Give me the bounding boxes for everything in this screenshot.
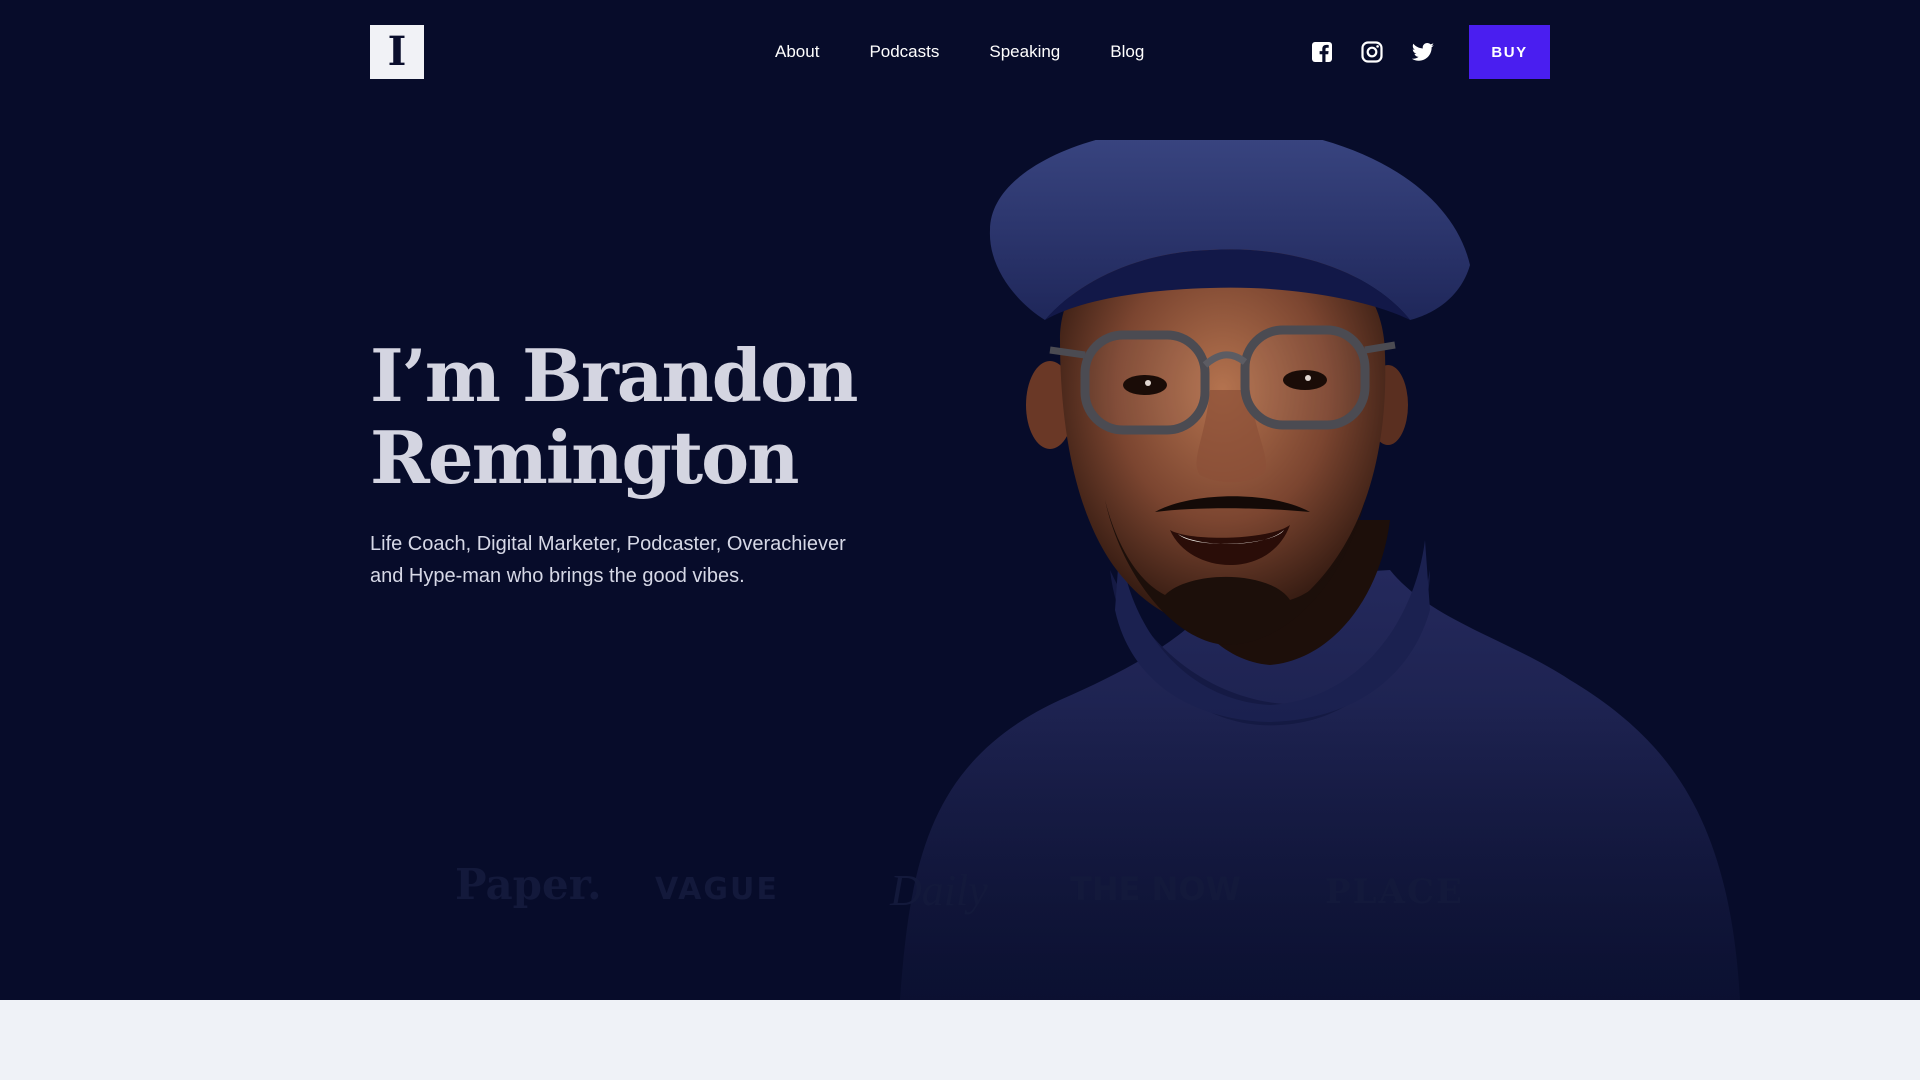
hero-section: I About Podcasts Speaking Blog BUY I’m B… <box>0 0 1920 1000</box>
site-logo[interactable]: I <box>370 25 424 79</box>
main-nav: About Podcasts Speaking Blog <box>775 40 1144 64</box>
facebook-icon[interactable] <box>1310 40 1334 64</box>
next-section <box>0 1000 1920 1080</box>
hero-subtitle: Life Coach, Digital Marketer, Podcaster,… <box>370 533 846 587</box>
press-logo-vague: VAGUE <box>655 872 779 907</box>
press-logo-daily: Daily <box>890 866 988 915</box>
headline-line-1: I’m Brandon <box>370 333 859 418</box>
press-logo-the-now: THE NOW <box>1070 870 1241 908</box>
press-logos: Paper. VAGUE Daily THE NOW PLACE <box>440 850 1500 930</box>
twitter-icon[interactable] <box>1410 40 1434 64</box>
buy-button[interactable]: BUY <box>1469 25 1550 79</box>
headline-line-2: Remington <box>370 415 800 500</box>
nav-item-about[interactable]: About <box>775 40 819 64</box>
press-logo-place: PLACE <box>1325 872 1464 912</box>
hero-headline: I’m Brandon Remington <box>370 335 930 499</box>
social-links <box>1310 40 1434 64</box>
nav-item-podcasts[interactable]: Podcasts <box>869 40 939 64</box>
instagram-icon[interactable] <box>1360 40 1384 64</box>
nav-item-blog[interactable]: Blog <box>1110 40 1144 64</box>
nav-item-speaking[interactable]: Speaking <box>989 40 1060 64</box>
press-logo-paper: Paper. <box>455 860 602 909</box>
